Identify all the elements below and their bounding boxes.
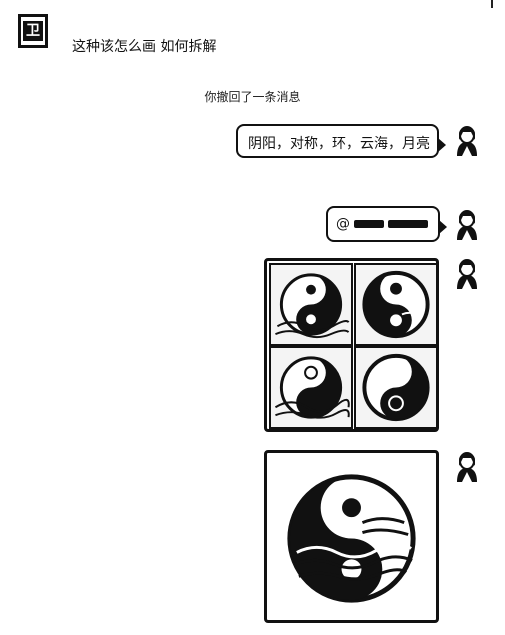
yin-yang-image [354, 263, 438, 346]
avatar-icon [449, 448, 485, 484]
redacted-name [388, 220, 428, 228]
outgoing-message-text: 阴阳，对称，环，云海，月亮 [248, 136, 430, 152]
sender-avatar[interactable]: 卫 [18, 14, 48, 48]
incoming-message-text: 这种该怎么画 如何拆解 [72, 39, 217, 55]
recall-notice: 你撤回了一条消息 [0, 88, 505, 105]
avatar-icon [449, 206, 485, 242]
my-avatar[interactable] [449, 206, 485, 242]
yin-yang-icon [287, 474, 416, 603]
my-avatar[interactable] [449, 122, 485, 158]
yin-yang-image [269, 263, 353, 346]
my-avatar[interactable] [449, 448, 485, 484]
outgoing-bubble-text[interactable]: 阴阳，对称，环，云海，月亮 [236, 124, 446, 158]
yin-yang-icon [362, 270, 430, 339]
image-message-single[interactable] [264, 450, 439, 623]
my-avatar[interactable] [449, 255, 485, 291]
mention-content: @ [336, 216, 430, 232]
redacted-name [354, 220, 384, 228]
avatar-glyph: 卫 [23, 21, 43, 41]
scrollbar-tick [491, 0, 493, 8]
yin-yang-icon [274, 356, 350, 419]
mention-at-sign: @ [336, 216, 350, 232]
yin-yang-icon [362, 353, 430, 422]
outgoing-bubble-mention[interactable]: @ [326, 206, 447, 242]
recall-notice-text: 你撤回了一条消息 [204, 90, 301, 104]
avatar-icon [449, 122, 485, 158]
image-message-grid[interactable] [264, 258, 439, 432]
yin-yang-image [354, 346, 438, 429]
yin-yang-image [269, 346, 353, 429]
avatar-icon [449, 255, 485, 291]
yin-yang-icon [275, 273, 350, 339]
